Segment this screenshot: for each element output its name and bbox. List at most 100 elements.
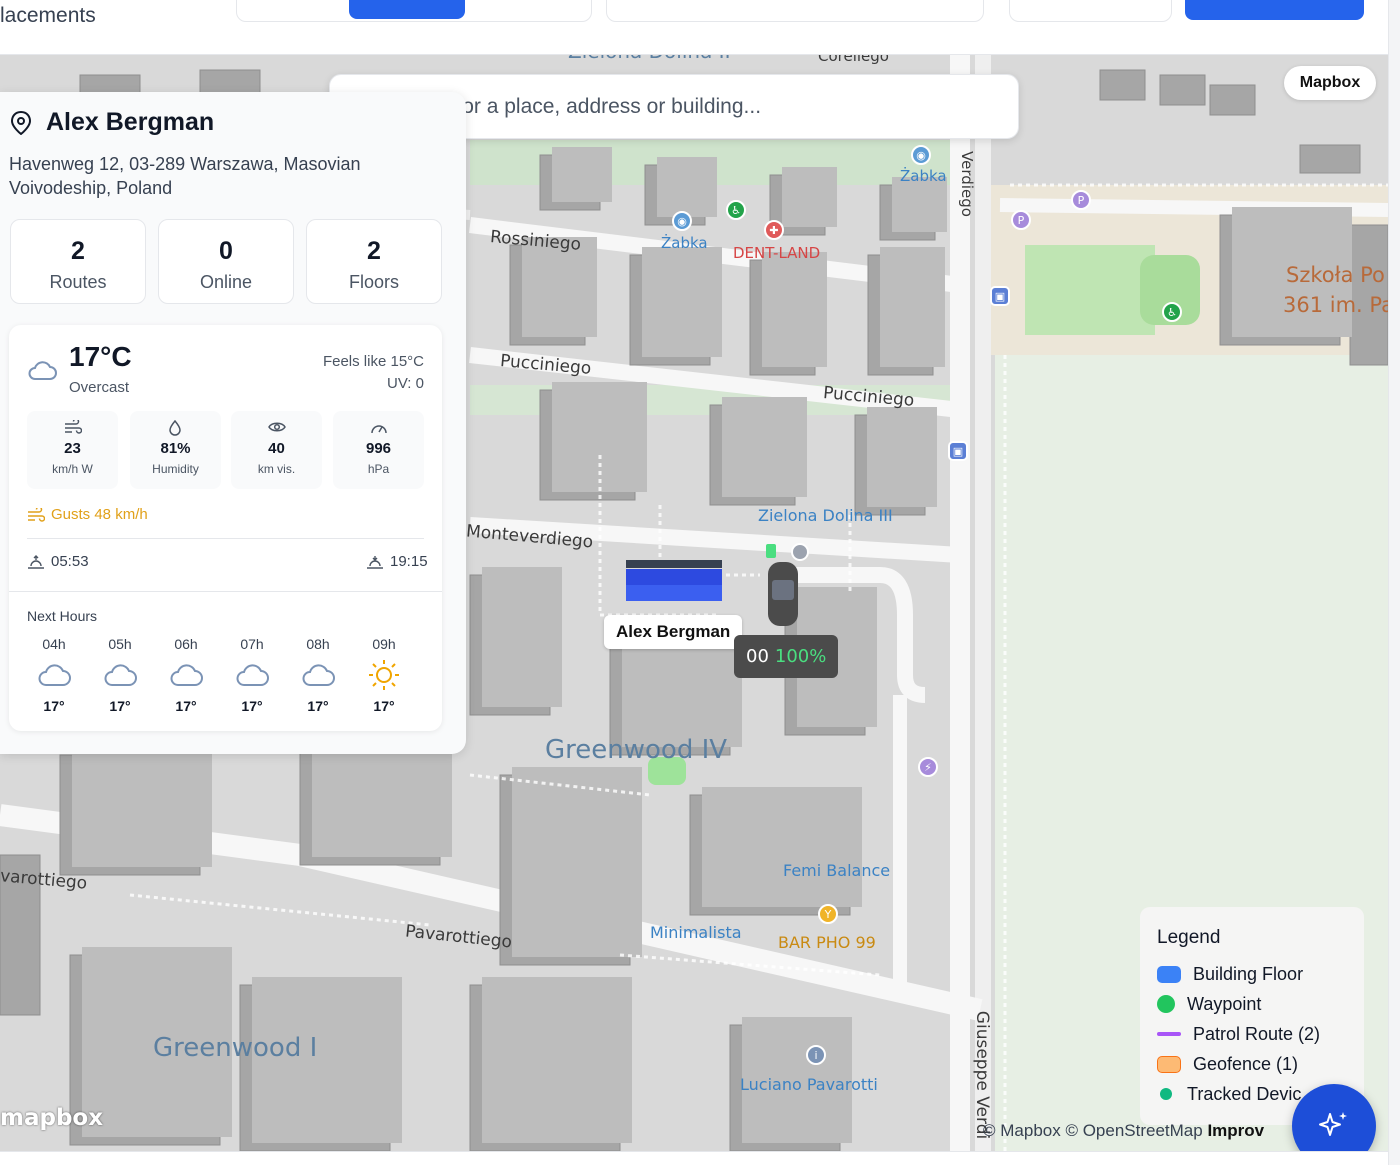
poi-label: Luciano Pavarotti xyxy=(740,1075,878,1094)
sunset-info: 19:15 xyxy=(366,553,428,570)
new-site-button[interactable] xyxy=(1185,0,1364,20)
bus-stop-icon[interactable]: ▣ xyxy=(990,286,1010,306)
poi-label: 361 im. Pa xyxy=(1283,293,1388,317)
visibility-metric: 40 km vis. xyxy=(231,411,322,489)
sunset-time: 19:15 xyxy=(390,553,428,570)
street-label: Verdiego xyxy=(957,151,976,217)
view-mode-switcher[interactable] xyxy=(236,0,592,22)
geofence-swatch xyxy=(1157,1055,1181,1073)
legend-label: Building Floor xyxy=(1193,963,1304,984)
stat-value: 0 xyxy=(219,237,233,265)
wind-icon xyxy=(64,418,82,434)
hour-forecast: 08h 17° xyxy=(293,636,343,714)
weather-condition: Overcast xyxy=(69,379,130,396)
street-label: Giuseppe Verdi xyxy=(972,1010,993,1140)
accessibility-icon[interactable]: ♿ xyxy=(726,200,746,220)
current-temperature: 17°C xyxy=(69,341,132,372)
dentist-icon[interactable]: ✚ xyxy=(764,220,784,240)
cloud-icon xyxy=(38,664,71,686)
hour-temp: 17° xyxy=(43,698,65,714)
poi-label: Szkoła Po xyxy=(1286,263,1385,287)
sunrise-info: 05:53 xyxy=(27,553,89,570)
legend-label: Tracked Devic xyxy=(1187,1083,1302,1104)
hour-time: 09h xyxy=(372,636,396,652)
hour-time: 07h xyxy=(240,636,264,652)
poi-label: Femi Balance xyxy=(783,861,891,880)
accessibility-icon[interactable]: ♿ xyxy=(1162,302,1182,322)
tracked-device-marker[interactable] xyxy=(760,540,820,630)
humidity-metric: 81% Humidity xyxy=(130,411,221,489)
site-info-panel: Alex Bergman Havenweg 12, 03-289 Warszaw… xyxy=(0,92,466,754)
device-name-label[interactable]: Alex Bergman xyxy=(604,615,743,649)
building-floor-swatch xyxy=(1157,965,1181,983)
legend-item: Waypoint xyxy=(1157,989,1364,1019)
bus-stop-icon[interactable]: ▣ xyxy=(948,441,968,461)
gusts-info: Gusts 48 km/h xyxy=(27,506,148,523)
search-input[interactable] xyxy=(384,94,984,119)
legend-label: Patrol Route (2) xyxy=(1193,1023,1321,1044)
divider xyxy=(9,591,442,592)
cloud-icon xyxy=(28,361,57,380)
stat-value: 2 xyxy=(367,237,381,265)
improve-map-link[interactable]: Improv xyxy=(1207,1121,1264,1140)
poi-label: Żabka xyxy=(661,234,708,252)
sparkle-icon xyxy=(1319,1112,1347,1136)
charging-icon[interactable]: ⚡ xyxy=(918,757,938,777)
hour-temp: 17° xyxy=(109,698,131,714)
shop-icon[interactable]: ◉ xyxy=(911,145,931,165)
stat-label: Floors xyxy=(348,272,399,292)
feels-like-value: Feels like 15°C xyxy=(322,353,424,370)
metric-value: 996 xyxy=(365,440,392,457)
toolbar-actions[interactable] xyxy=(606,0,984,22)
legend-item: Patrol Route (2) xyxy=(1157,1019,1364,1049)
feels-like: Feels like 15°C UV: 0 xyxy=(323,351,424,395)
sun-icon xyxy=(369,660,399,690)
cloud-icon xyxy=(236,664,269,686)
parking-icon[interactable]: P xyxy=(1011,210,1031,230)
legend-label: Waypoint xyxy=(1187,993,1262,1014)
gusts-text: Gusts 48 km/h xyxy=(51,506,148,523)
district-label: Greenwood IV xyxy=(545,735,728,765)
restaurant-icon[interactable]: Y xyxy=(818,904,838,924)
shop-icon[interactable]: ◉ xyxy=(672,211,692,231)
location-pin-icon xyxy=(10,110,32,135)
routes-stat[interactable]: 2 Routes xyxy=(10,219,146,304)
floors-stat[interactable]: 2 Floors xyxy=(306,219,442,304)
next-hours-title: Next Hours xyxy=(27,608,98,624)
poi-label: Żabka xyxy=(900,167,947,185)
map-style-badge[interactable]: Mapbox xyxy=(1284,66,1376,100)
online-stat[interactable]: 0 Online xyxy=(158,219,294,304)
metric-value: 81% xyxy=(160,440,191,457)
metric-label: Humidity xyxy=(152,462,199,476)
page-scrollbar[interactable] xyxy=(1388,0,1400,1165)
cloud-icon xyxy=(104,664,137,686)
metric-label: km/h W xyxy=(52,462,93,476)
stat-label: Online xyxy=(199,272,253,292)
hour-time: 05h xyxy=(108,636,132,652)
device-id: 00 xyxy=(746,646,769,667)
patrol-route-swatch xyxy=(1157,1032,1181,1036)
map-attribution[interactable]: © Mapbox © OpenStreetMap Improv xyxy=(983,1121,1264,1141)
wind-metric: 23 km/h W xyxy=(27,411,118,489)
hour-time: 08h xyxy=(306,636,330,652)
building-floor-marker[interactable] xyxy=(626,560,722,602)
tracked-device-swatch xyxy=(1160,1088,1172,1100)
info-icon[interactable]: i xyxy=(806,1045,826,1065)
map-view-tab[interactable] xyxy=(349,0,465,19)
filter-dropdown[interactable] xyxy=(1009,0,1172,22)
cloud-icon xyxy=(170,664,203,686)
sunrise-icon xyxy=(28,554,44,569)
district-label: Greenwood I xyxy=(153,1033,318,1063)
legend-label: Geofence (1) xyxy=(1193,1053,1299,1074)
device-status-badge[interactable]: 00 100% xyxy=(734,635,839,678)
hour-temp: 17° xyxy=(373,698,395,714)
attribution-text[interactable]: © Mapbox © OpenStreetMap xyxy=(983,1121,1203,1140)
hour-temp: 17° xyxy=(241,698,263,714)
divider xyxy=(27,538,424,539)
stat-value: 2 xyxy=(71,237,85,265)
metric-value: 23 xyxy=(64,440,81,457)
legend-item: Geofence (1) xyxy=(1157,1049,1364,1079)
site-address: Havenweg 12, 03-289 Warszawa, Masovian V… xyxy=(9,154,361,198)
sunset-icon xyxy=(367,555,383,569)
parking-icon[interactable]: P xyxy=(1071,190,1091,210)
